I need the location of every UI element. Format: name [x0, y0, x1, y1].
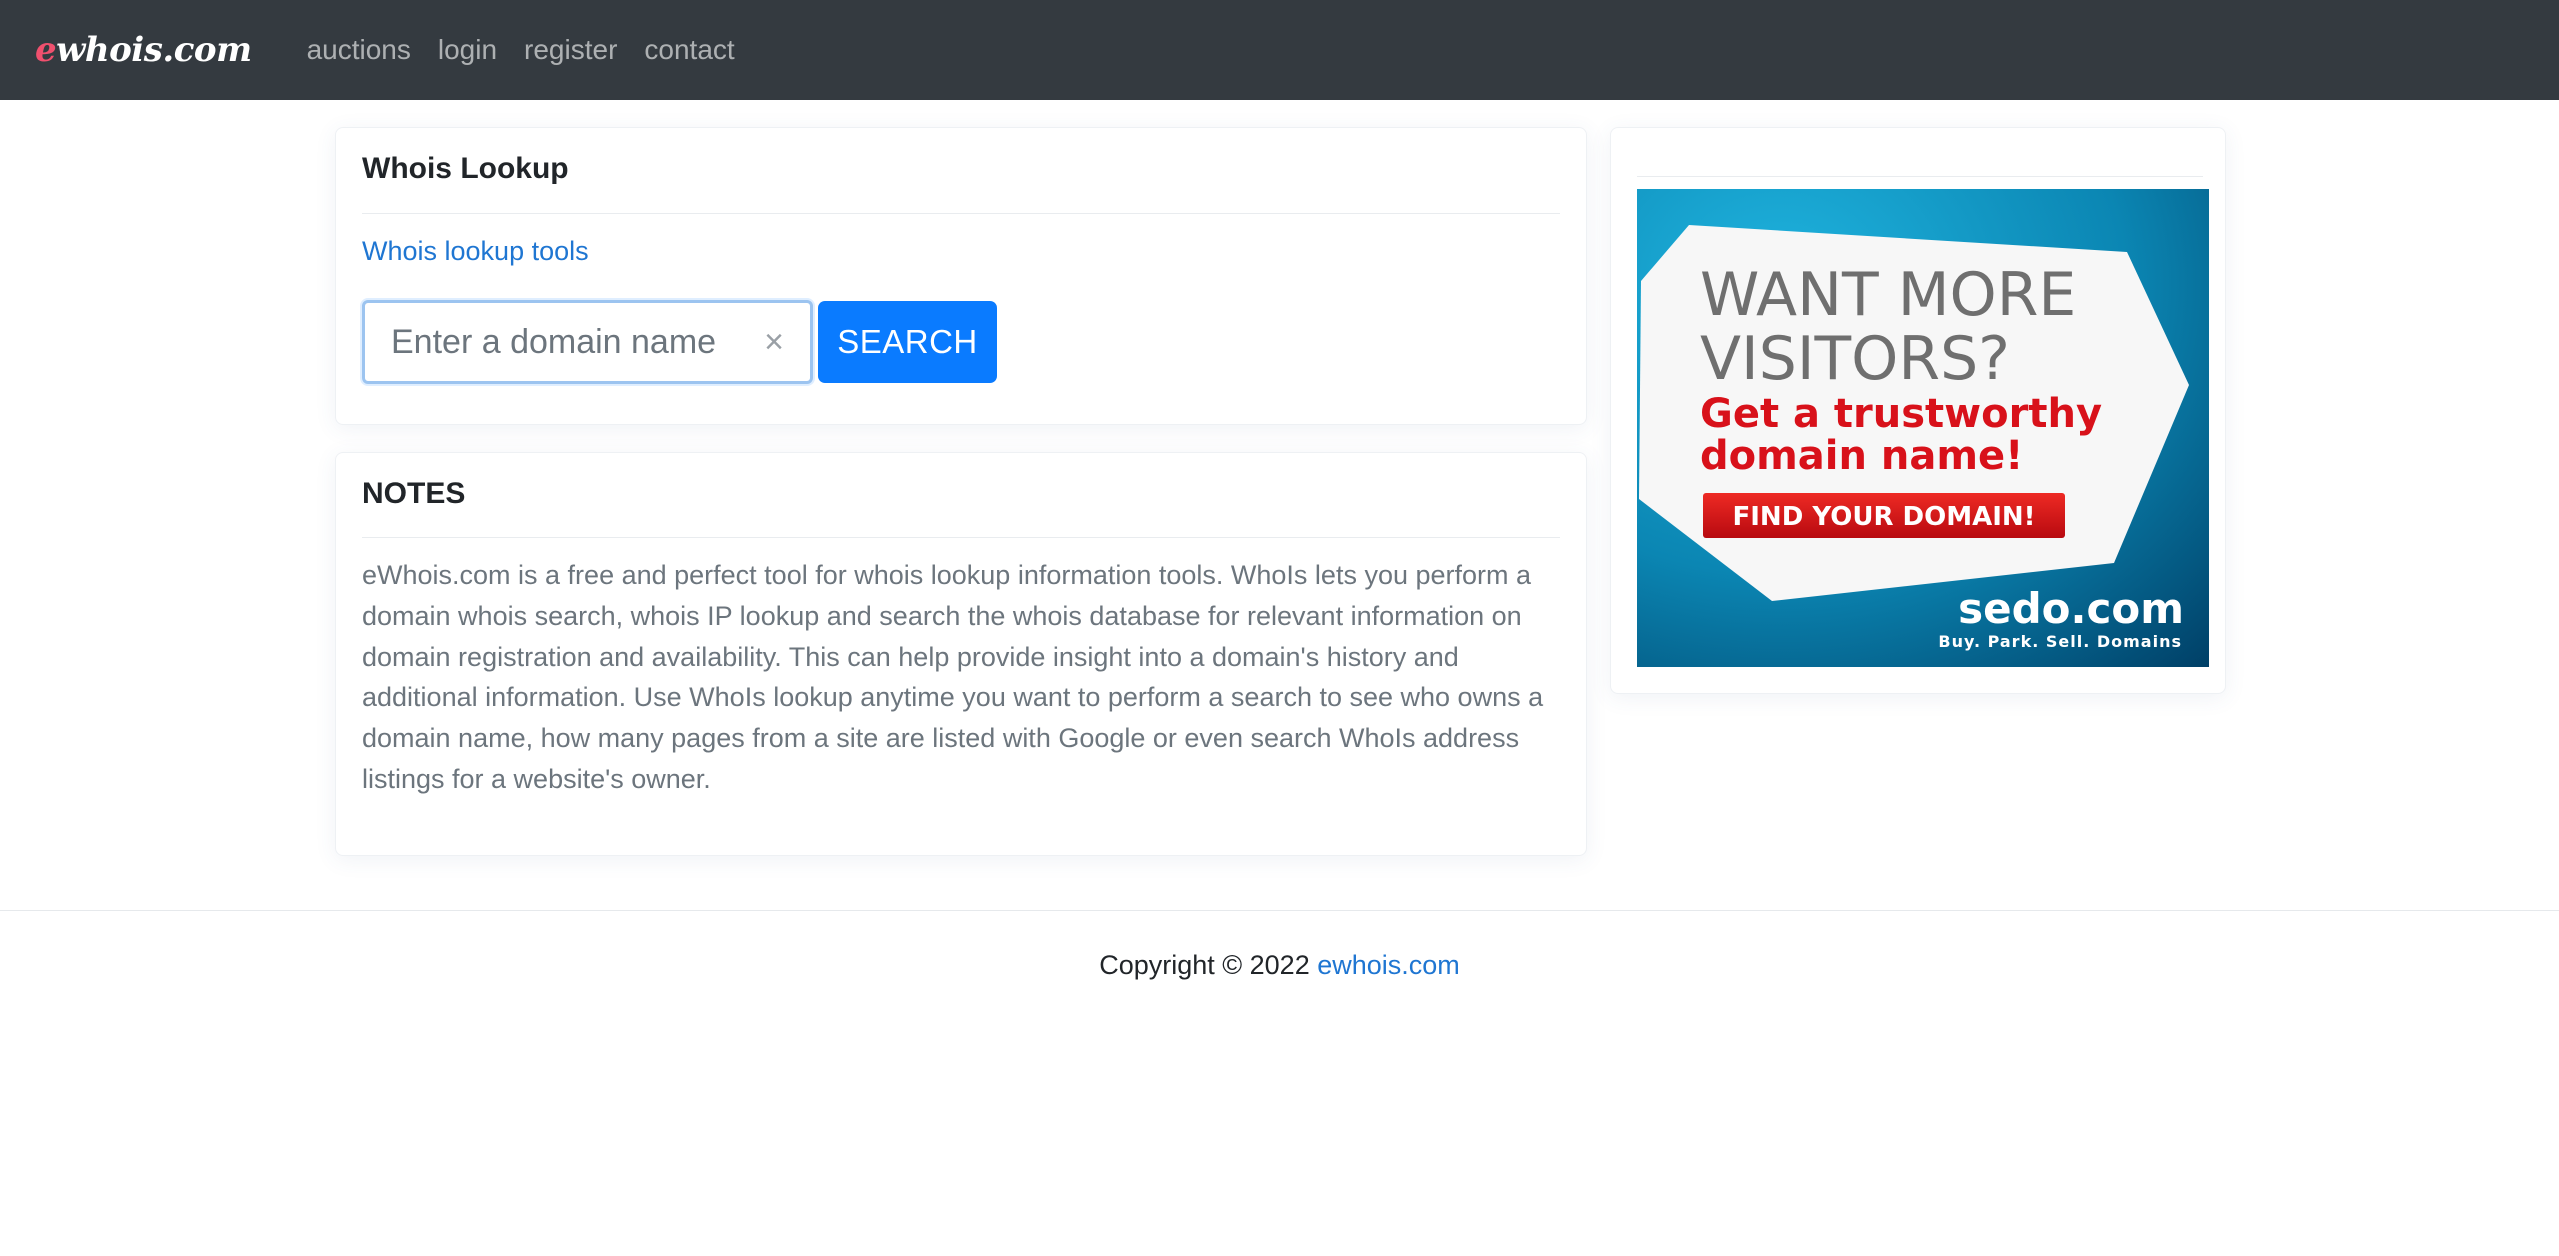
notes-text: eWhois.com is a free and perfect tool fo…	[362, 560, 1544, 794]
clear-icon[interactable]: ×	[764, 325, 784, 359]
footer-site-link[interactable]: ewhois.com	[1317, 950, 1460, 980]
brand-logo-accent: e	[35, 30, 57, 70]
card-divider	[1637, 176, 2203, 177]
domain-search-input[interactable]	[365, 303, 810, 381]
notes-title: NOTES	[362, 477, 466, 510]
ad-headline-1: WANT MORE	[1700, 260, 2076, 330]
footer: Copyright © 2022 ewhois.com	[0, 950, 2559, 981]
copyright-text: Copyright © 2022	[1099, 950, 1310, 980]
top-navbar: e whois.com auctions login register conta…	[0, 0, 2559, 100]
ad-brand: sedo.com	[1958, 584, 2184, 633]
whois-lookup-title: Whois Lookup	[362, 152, 569, 185]
whois-lookup-tools-link[interactable]: Whois lookup tools	[362, 236, 589, 267]
ad-subhead-1: Get a trustworthy	[1700, 391, 2102, 437]
nav-links: auctions login register contact	[307, 34, 762, 66]
search-box: ×	[362, 300, 813, 384]
card-divider	[362, 213, 1560, 214]
nav-link-contact[interactable]: contact	[644, 34, 734, 66]
whois-lookup-card: Whois Lookup Whois lookup tools × SEARCH	[335, 127, 1587, 425]
card-divider	[362, 537, 1560, 538]
search-form: × SEARCH	[362, 300, 997, 384]
ad-tagline: Buy. Park. Sell. Domains	[1938, 632, 2182, 651]
nav-link-login[interactable]: login	[438, 34, 497, 66]
notes-card: NOTES eWhois.com is a free and perfect t…	[335, 452, 1587, 856]
nav-link-auctions[interactable]: auctions	[307, 34, 411, 66]
ad-card: WANT MORE VISITORS? Get a trustworthy do…	[1610, 127, 2226, 694]
ad-banner-graphic: WANT MORE VISITORS? Get a trustworthy do…	[1637, 189, 2209, 667]
search-button[interactable]: SEARCH	[818, 301, 997, 383]
sedo-ad-banner[interactable]: WANT MORE VISITORS? Get a trustworthy do…	[1637, 189, 2209, 667]
nav-link-register[interactable]: register	[524, 34, 617, 66]
footer-divider	[0, 910, 2559, 911]
brand-logo[interactable]: e whois.com	[35, 30, 252, 70]
brand-logo-text: whois.com	[56, 30, 252, 70]
ad-cta-label: FIND YOUR DOMAIN!	[1733, 502, 2036, 532]
ad-subhead-2: domain name!	[1700, 433, 2023, 479]
ad-headline-2: VISITORS?	[1700, 324, 2010, 394]
